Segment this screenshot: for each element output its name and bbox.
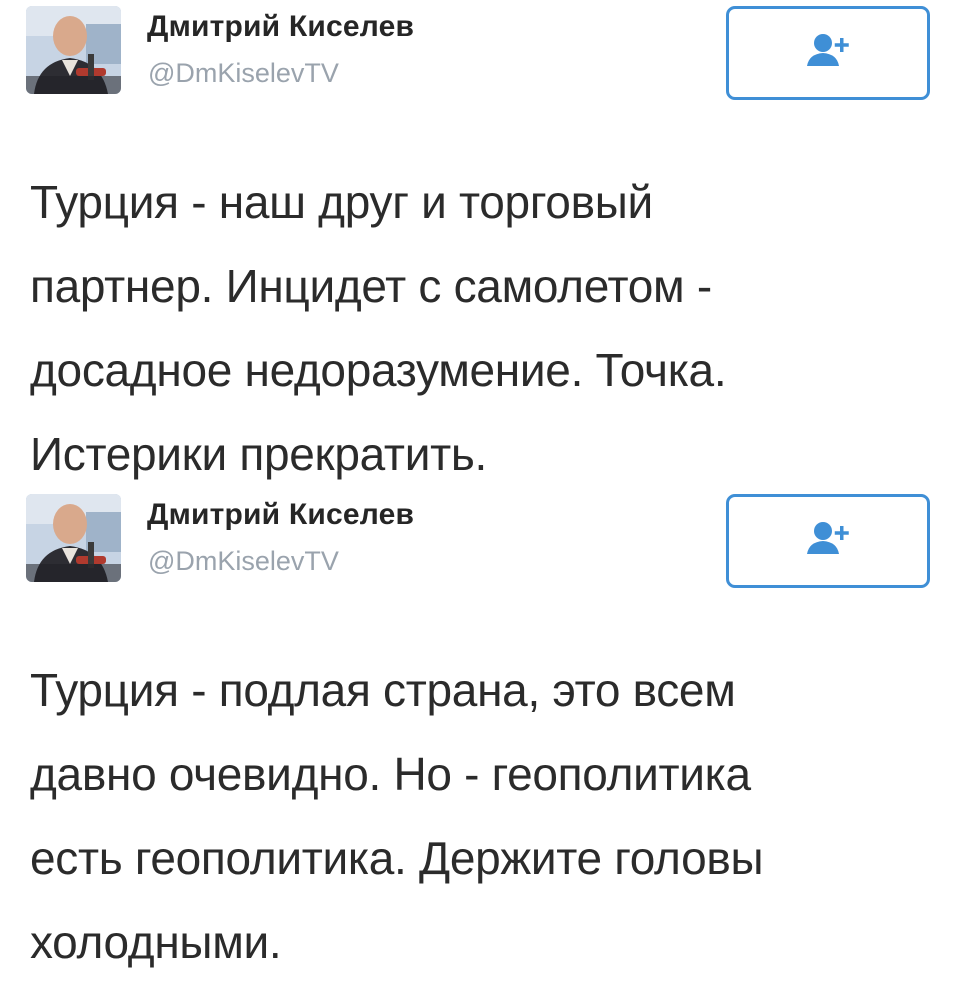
display-name[interactable]: Дмитрий Киселев — [147, 498, 414, 532]
follow-button[interactable] — [726, 494, 930, 588]
user-handle: @DmKiselevTV — [148, 546, 339, 576]
tweet-text-line: досадное недоразумение. Точка. — [30, 344, 727, 396]
display-name[interactable]: Дмитрий Киселев — [147, 10, 414, 44]
tweet-text-line: Турция - подлая страна, это всем — [30, 664, 736, 716]
follow-button[interactable] — [726, 6, 930, 100]
tweet-text-line: есть геополитика. Держите головы — [30, 832, 764, 884]
tweet-text-line: Истерики прекратить. — [30, 428, 488, 480]
tweet-text-line: холодными. — [30, 916, 282, 968]
avatar[interactable] — [26, 494, 121, 582]
user-handle: @DmKiselevTV — [148, 58, 339, 88]
avatar[interactable] — [26, 6, 121, 94]
add-user-icon — [803, 520, 853, 563]
tweet-text: Турция - наш друг и торговый партнер. Ин… — [30, 160, 930, 496]
add-user-icon — [803, 32, 853, 75]
tweet-text-line: партнер. Инцидет с самолетом - — [30, 260, 712, 312]
tweet-text: Турция - подлая страна, это всем давно о… — [30, 648, 930, 984]
tweet-text-line: Турция - наш друг и торговый — [30, 176, 653, 228]
tweet: Дмитрий Киселев @DmKiselevTV Турция - на… — [0, 0, 960, 480]
tweet-text-line: давно очевидно. Но - геополитика — [30, 748, 751, 800]
tweet: Дмитрий Киселев @DmKiselevTV Турция - по… — [0, 488, 960, 968]
